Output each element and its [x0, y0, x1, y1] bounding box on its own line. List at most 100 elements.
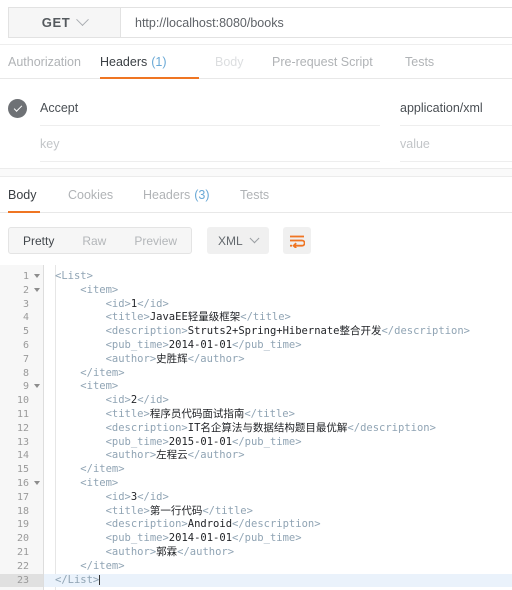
code-line[interactable]: 8 </item> — [0, 366, 512, 381]
xml-text: 2014-01-01 — [168, 338, 233, 351]
xml-tag: </List> — [55, 573, 100, 586]
xml-tag: </pub_time> — [232, 435, 302, 448]
code-line[interactable]: 14 <author>左程云</author> — [0, 449, 512, 464]
code-fold-arrow-icon[interactable] — [34, 274, 40, 278]
pane-divider[interactable] — [0, 168, 512, 177]
code-line[interactable]: 5 <description>Struts2+Spring+Hibernate整… — [0, 325, 512, 339]
request-tab-headers[interactable]: Headers (1) — [100, 45, 199, 80]
code-fold-arrow-icon[interactable] — [34, 480, 40, 485]
header-key-input-0[interactable]: Accept — [40, 90, 380, 126]
tab-label: Authorization — [8, 55, 81, 69]
code-line-text: </item> — [55, 560, 124, 574]
xml-tag: </author> — [187, 352, 245, 365]
xml-tag: </description> — [381, 325, 470, 338]
line-number: 8 — [22, 367, 29, 379]
view-mode-raw[interactable]: Raw — [68, 228, 120, 253]
code-line-text: <id>2</id> — [55, 394, 169, 408]
word-wrap-button[interactable] — [283, 227, 311, 254]
xml-tag: </id> — [137, 490, 169, 503]
code-line-text: <description>Struts2+Spring+Hibernate整合开… — [55, 325, 470, 339]
xml-tag: <pub_time> — [105, 532, 169, 545]
code-line[interactable]: 19 <description>Android</description> — [0, 518, 512, 533]
response-tab-headers[interactable]: Headers (3) — [143, 177, 210, 213]
line-number-cell: 23 — [0, 573, 44, 588]
line-number: 9 — [22, 381, 29, 393]
xml-tag: <List> — [55, 270, 93, 282]
code-line[interactable]: 12 <description>IT名企算法与数据结构题目最优解</descri… — [0, 421, 512, 436]
header-value-input-1[interactable]: value — [400, 126, 512, 162]
code-line[interactable]: 9 <item> — [0, 380, 512, 395]
code-line[interactable]: 7 <author>史胜辉</author> — [0, 352, 512, 367]
code-lines: 1 <List> 2 <item> 3 <id>1</id> 4 <title>Java… — [0, 270, 512, 588]
code-line[interactable]: 2 <item> — [0, 283, 512, 298]
request-tab-body[interactable]: Body — [215, 45, 244, 79]
line-number-cell: 18 — [0, 504, 44, 519]
line-number: 4 — [22, 312, 29, 324]
code-line[interactable]: 4 <title>JavaEE轻量级框架</title> — [0, 311, 512, 326]
view-mode-pretty[interactable]: Pretty — [9, 228, 68, 253]
request-tab-bar: Authorization Headers (1) Body Pre-request S… — [0, 45, 512, 80]
response-tab-tests[interactable]: Tests — [240, 177, 269, 213]
code-line-text: <title>程序员代码面试指南</title> — [55, 408, 295, 422]
code-line-text: <author>史胜辉</author> — [55, 353, 245, 367]
line-number-cell: 4 — [0, 311, 44, 326]
code-line[interactable]: 23 </List> — [0, 573, 512, 588]
response-body-code-editor[interactable]: 1 <List> 2 <item> 3 <id>1</id> 4 <title>Java… — [0, 265, 512, 590]
line-number: 2 — [22, 284, 29, 296]
xml-tag: <description> — [105, 421, 188, 434]
header-key-input-1[interactable]: key — [40, 126, 380, 162]
code-line[interactable]: 21 <author>郭霖</author> — [0, 545, 512, 560]
view-mode-preview[interactable]: Preview — [120, 228, 191, 253]
code-line[interactable]: 22 </item> — [0, 559, 512, 574]
code-fold-arrow-icon[interactable] — [34, 287, 40, 292]
code-line[interactable]: 3 <id>1</id> — [0, 297, 512, 312]
line-number-cell: 6 — [0, 338, 44, 353]
request-tab-tests[interactable]: Tests — [405, 45, 434, 79]
code-line[interactable]: 13 <pub_time>2015-01-01</pub_time> — [0, 435, 512, 450]
line-number: 20 — [16, 533, 29, 545]
http-method-dropdown[interactable]: GET — [9, 8, 121, 37]
line-number: 15 — [16, 464, 29, 476]
xml-text: 程序员代码面试指南 — [149, 407, 245, 420]
response-tab-cookies[interactable]: Cookies — [68, 177, 113, 213]
xml-text: 2015-01-01 — [168, 435, 233, 448]
xml-text: Struts2+Spring+Hibernate整合开发 — [187, 325, 382, 338]
code-line[interactable]: 20 <pub_time>2014-01-01</pub_time> — [0, 532, 512, 546]
headers-table: Accept application/xml key value — [0, 79, 512, 168]
check-circle-icon — [8, 99, 27, 118]
code-line[interactable]: 15 </item> — [0, 463, 512, 477]
header-enabled-checkbox[interactable] — [8, 99, 27, 118]
code-line-text: <author>郭霖</author> — [55, 546, 234, 560]
xml-tag: </pub_time> — [232, 532, 302, 545]
code-line-text: <item> — [55, 477, 118, 491]
code-line[interactable]: 17 <id>3</id> — [0, 490, 512, 505]
header-value-input-0[interactable]: application/xml — [400, 90, 512, 126]
line-number-cell: 12 — [0, 421, 44, 436]
code-line[interactable]: 18 <title>第一行代码</title> — [0, 504, 512, 519]
line-number: 17 — [16, 491, 29, 503]
code-line-text: <id>1</id> — [55, 298, 169, 312]
line-number-cell: 10 — [0, 394, 44, 408]
response-tab-body[interactable]: Body — [8, 177, 40, 214]
xml-text: 2014-01-01 — [168, 532, 233, 545]
line-number-cell: 2 — [0, 283, 44, 298]
request-tab-pre-request-script[interactable]: Pre-request Script — [272, 45, 373, 79]
code-line[interactable]: 1 <List> — [0, 270, 512, 284]
xml-tag: </author> — [187, 449, 245, 462]
line-number: 21 — [16, 546, 29, 558]
line-number: 22 — [16, 560, 29, 572]
code-line-text: <List> — [55, 270, 93, 284]
request-tab-authorization[interactable]: Authorization — [8, 45, 81, 79]
xml-tag: </id> — [137, 297, 169, 310]
code-line[interactable]: 16 <item> — [0, 476, 512, 491]
tab-label: Headers — [100, 55, 148, 69]
code-line[interactable]: 10 <id>2</id> — [0, 394, 512, 408]
response-format-dropdown[interactable]: XML — [207, 227, 269, 254]
code-line[interactable]: 6 <pub_time>2014-01-01</pub_time> — [0, 338, 512, 353]
code-fold-arrow-icon[interactable] — [34, 384, 40, 389]
request-url-input[interactable]: http://localhost:8080/books — [121, 8, 512, 37]
tab-label: Cookies — [68, 188, 114, 202]
code-line-text: </List> — [55, 573, 101, 588]
code-line[interactable]: 11 <title>程序员代码面试指南</title> — [0, 407, 512, 422]
line-number-cell: 11 — [0, 407, 44, 422]
